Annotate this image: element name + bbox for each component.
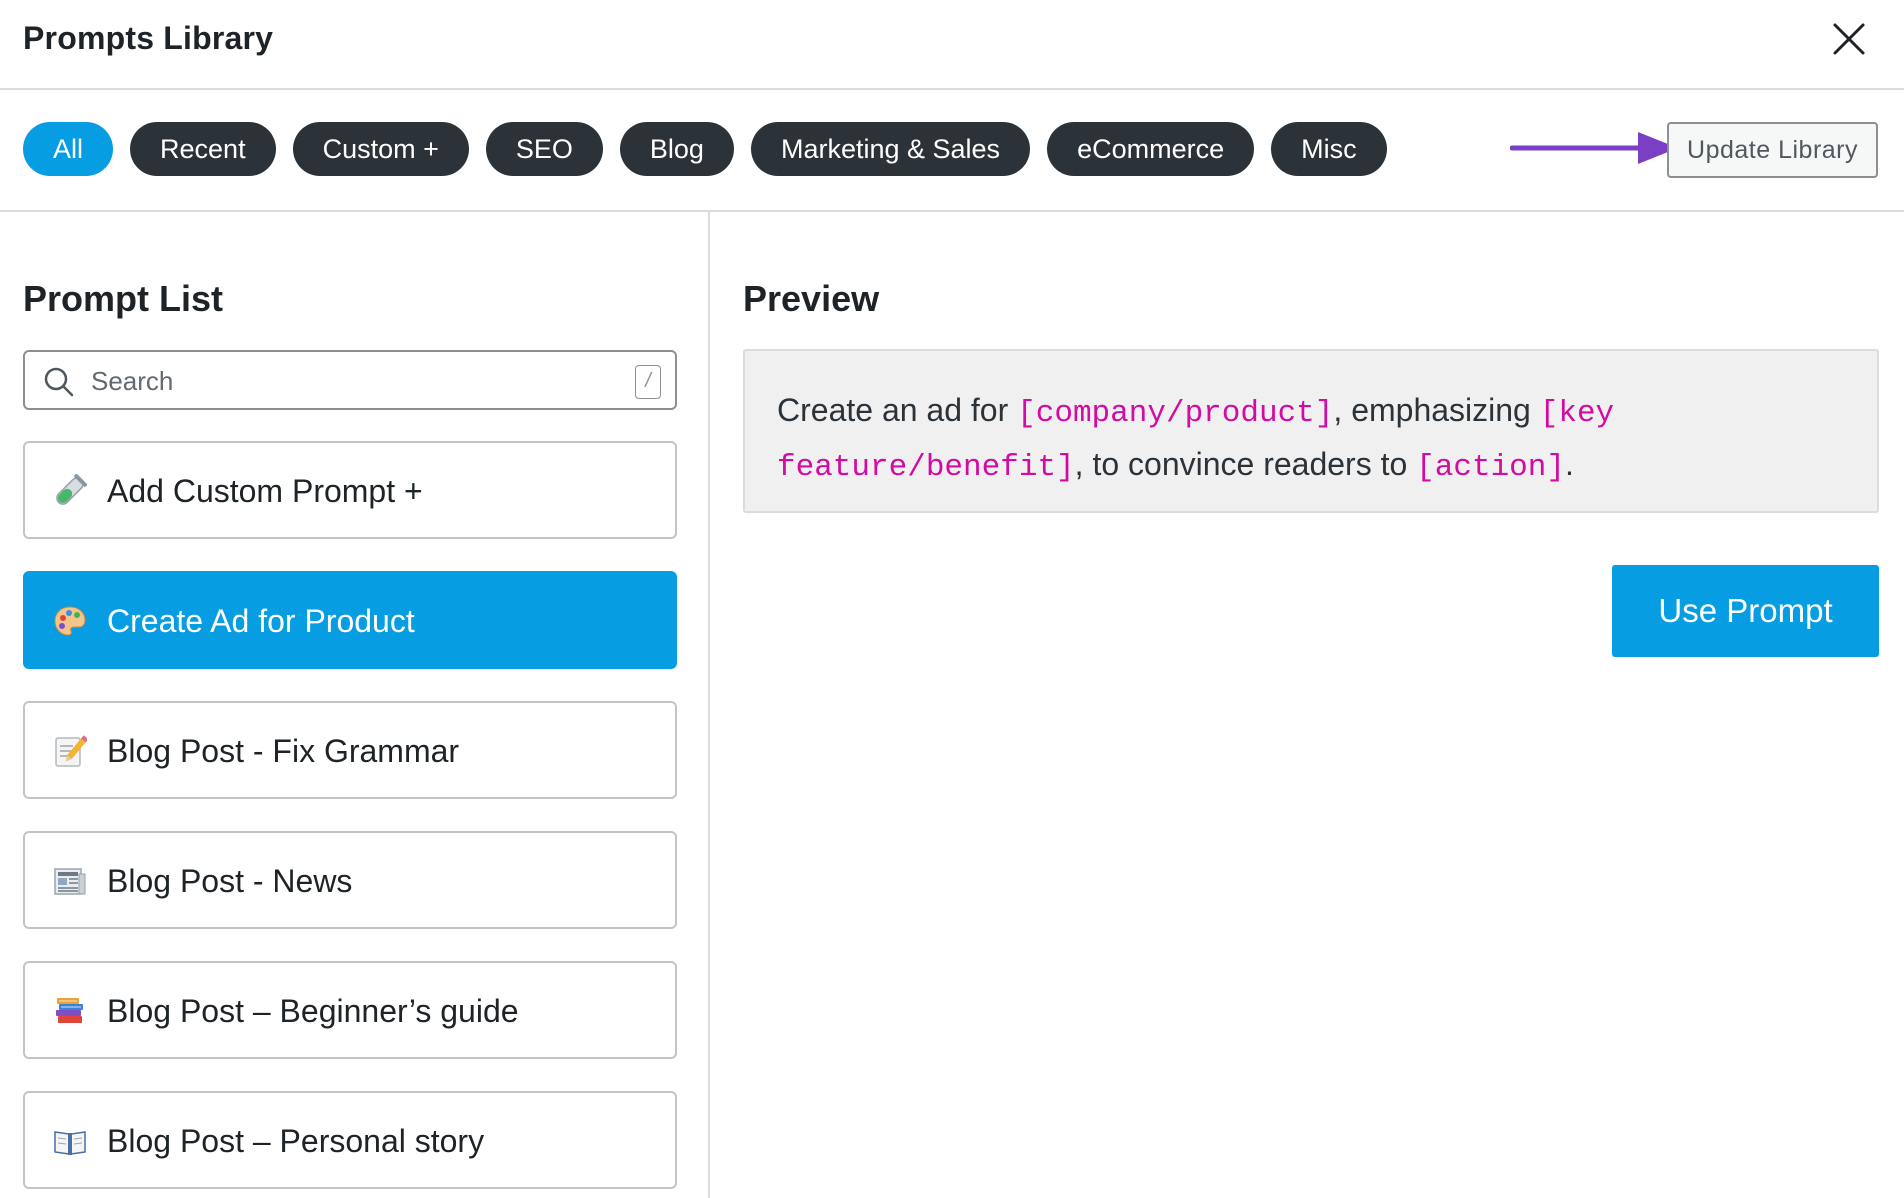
use-prompt-button[interactable]: Use Prompt xyxy=(1612,565,1879,657)
prompt-label: Blog Post – Beginner’s guide xyxy=(107,993,519,1029)
prompt-item-beginners-guide[interactable]: Blog Post – Beginner’s guide xyxy=(23,961,677,1059)
tab-seo[interactable]: SEO xyxy=(485,122,603,176)
prompt-item-create-ad[interactable]: Create Ad for Product xyxy=(23,571,677,669)
close-button[interactable] xyxy=(1830,20,1868,58)
preview-text: . xyxy=(1565,446,1574,482)
preview-text: , emphasizing xyxy=(1333,392,1540,428)
tab-recent[interactable]: Recent xyxy=(130,122,276,176)
prompt-item-add-custom[interactable]: Add Custom Prompt + xyxy=(23,441,677,539)
search-icon xyxy=(44,367,74,397)
preview-text: , to convince readers to xyxy=(1074,446,1417,482)
prompt-list: Add Custom Prompt + Create Ad for Produc… xyxy=(23,441,677,1198)
category-tabs: All Recent Custom + SEO Blog Marketing &… xyxy=(23,122,1387,176)
prompt-label: Blog Post – Personal story xyxy=(107,1123,485,1159)
prompt-label: Create Ad for Product xyxy=(107,603,415,639)
placeholder-company-product: [company/product] xyxy=(1017,396,1334,431)
slash-shortcut-key: / xyxy=(635,365,661,399)
palette-icon xyxy=(54,606,86,636)
search-input[interactable] xyxy=(89,362,613,400)
preview-box: Create an ad for [company/product], emph… xyxy=(743,349,1879,513)
prompt-list-title: Prompt List xyxy=(23,278,224,319)
category-tabs-bar: All Recent Custom + SEO Blog Marketing &… xyxy=(0,90,1904,212)
prompts-library-modal: Prompts Library All Recent Custom + SEO … xyxy=(0,0,1904,1198)
close-icon xyxy=(1833,23,1865,55)
modal-title: Prompts Library xyxy=(23,20,274,56)
prompt-label: Add Custom Prompt + xyxy=(107,473,423,509)
modal-header: Prompts Library xyxy=(0,0,1904,90)
preview-title: Preview xyxy=(743,278,880,319)
annotation-arrow-icon xyxy=(1510,132,1678,164)
prompt-label: Blog Post - Fix Grammar xyxy=(107,733,460,769)
prompt-label: Blog Post - News xyxy=(107,863,353,899)
tab-all[interactable]: All xyxy=(23,122,114,176)
books-icon xyxy=(56,998,83,1023)
tab-custom[interactable]: Custom + xyxy=(292,122,469,176)
prompt-item-fix-grammar[interactable]: Blog Post - Fix Grammar xyxy=(23,701,677,799)
memo-icon xyxy=(55,735,87,767)
preview-text: Create an ad for xyxy=(777,392,1018,428)
prompt-item-news[interactable]: Blog Post - News xyxy=(23,831,677,929)
search-box: / xyxy=(23,350,677,410)
tab-blog[interactable]: Blog xyxy=(619,122,734,176)
test-tube-icon xyxy=(56,474,87,505)
prompt-item-personal-story[interactable]: Blog Post – Personal story xyxy=(23,1091,677,1189)
tab-misc[interactable]: Misc xyxy=(1271,122,1387,176)
prompt-list-panel: Prompt List / Add Custom Prompt + xyxy=(0,212,710,1198)
open-book-icon xyxy=(54,1131,86,1155)
placeholder-action: [action] xyxy=(1416,450,1565,485)
tab-ecommerce[interactable]: eCommerce xyxy=(1047,122,1255,176)
tab-marketing-sales[interactable]: Marketing & Sales xyxy=(750,122,1031,176)
update-library-button[interactable]: Update Library xyxy=(1667,122,1878,178)
newspaper-icon xyxy=(54,868,86,895)
